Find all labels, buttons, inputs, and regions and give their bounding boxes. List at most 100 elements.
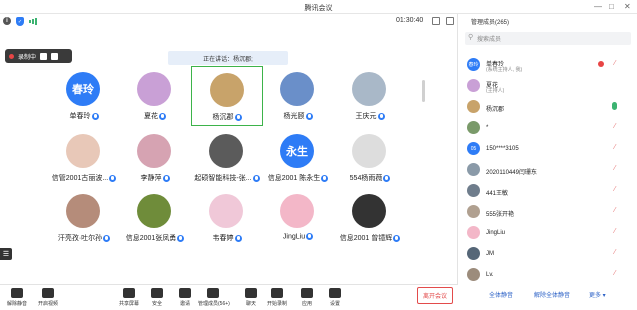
microphone-on-icon[interactable] xyxy=(612,102,617,110)
manage-members-button[interactable]: 管理成员(56+) xyxy=(198,288,230,307)
start-recording-icon xyxy=(271,288,283,298)
recording-indicator[interactable]: 录制中 xyxy=(5,49,72,63)
participant-name: 杨沉郡 xyxy=(192,112,262,122)
microphone-icon xyxy=(252,174,260,182)
speaking-banner: 正在讲话：杨沉郡; xyxy=(168,51,288,65)
video-area: i ✓ 01:30:40 录制中 正在讲话：杨沉郡; 春玲 单春玲 夏花 杨沉郡 杨光颐… xyxy=(0,14,458,310)
unmute-button[interactable]: 解除静音 xyxy=(2,288,32,307)
participant-name-text: 信息2001 陈永生 xyxy=(267,175,321,182)
microphone-icon xyxy=(321,174,329,182)
participant-avatar: 永生 xyxy=(280,134,314,168)
participant-tile[interactable]: 信息2001张凤勇 xyxy=(119,188,191,248)
manage-members-icon xyxy=(207,288,219,298)
share-screen-button[interactable]: 共享屏幕 xyxy=(114,288,144,307)
leave-meeting-button[interactable]: 离开会议 xyxy=(417,287,453,304)
layout-icon[interactable] xyxy=(446,17,454,25)
participant-avatar xyxy=(66,134,100,168)
apps-button[interactable]: 应用 xyxy=(292,288,322,307)
member-row[interactable]: 555张开艳 ⁄ xyxy=(459,202,637,222)
member-name: Lv. xyxy=(486,272,494,278)
member-avatar xyxy=(467,79,480,92)
participant-name: 信息2001 陈永生 xyxy=(262,173,334,183)
participant-tile[interactable]: 信管2001古丽波... xyxy=(48,128,120,188)
participant-tile[interactable]: 起硕智能科技-张... xyxy=(191,128,263,188)
signal-icon[interactable] xyxy=(29,18,38,25)
member-name: * xyxy=(486,125,489,131)
microphone-muted-icon[interactable]: ⁄ xyxy=(611,186,619,195)
participant-name-text: 李静萍 xyxy=(140,175,162,182)
participant-name: 夏花 xyxy=(119,111,191,121)
participant-tile[interactable]: JingLiu xyxy=(262,188,334,248)
mute-all-button[interactable]: 全体静音 xyxy=(489,290,513,299)
microphone-icon xyxy=(234,113,242,121)
participant-name-text: 汗亮孜·吐尔孙 xyxy=(57,235,103,242)
member-row[interactable]: 杨沉郡 xyxy=(459,97,637,117)
fullscreen-icon[interactable] xyxy=(432,17,440,25)
participant-tile[interactable]: 554杨雨薇 xyxy=(334,128,406,188)
participant-avatar xyxy=(137,194,171,228)
participant-avatar xyxy=(280,194,314,228)
member-row[interactable]: 春玲 单春玲 (系统主持人, 我) ⁄ xyxy=(459,55,637,75)
start-recording-button[interactable]: 开始录制 xyxy=(262,288,292,307)
member-row[interactable]: JingLiu ⁄ xyxy=(459,223,637,243)
participant-name: 王庆元 xyxy=(334,111,406,121)
member-row[interactable]: JM ⁄ xyxy=(459,244,637,264)
microphone-icon xyxy=(162,174,170,182)
unmute-all-button[interactable]: 解除全体静音 xyxy=(534,290,570,299)
grid-scrollbar[interactable] xyxy=(422,80,425,102)
microphone-muted-icon[interactable]: ⁄ xyxy=(611,60,619,69)
participant-tile[interactable]: 春玲 单春玲 xyxy=(48,66,120,126)
security-icon xyxy=(151,288,163,298)
microphone-icon xyxy=(234,234,242,242)
participant-name: 信息2001 曾镱辉 xyxy=(334,233,406,243)
microphone-muted-icon[interactable]: ⁄ xyxy=(611,249,619,258)
microphone-icon xyxy=(306,233,314,240)
participant-name: 汗亮孜·吐尔孙 xyxy=(48,233,120,243)
pause-recording-button[interactable] xyxy=(40,52,48,60)
member-row[interactable]: 441王敏 ⁄ xyxy=(459,181,637,201)
participant-tile[interactable]: 杨沉郡 xyxy=(191,66,263,126)
microphone-muted-icon[interactable]: ⁄ xyxy=(611,207,619,216)
participant-tile[interactable]: 李静萍 xyxy=(119,128,191,188)
settings-button[interactable]: 设置 xyxy=(320,288,350,307)
microphone-muted-icon[interactable]: ⁄ xyxy=(611,144,619,153)
participant-avatar xyxy=(352,72,386,106)
member-row[interactable]: 05 150****3105 ⁄ xyxy=(459,139,637,159)
maximize-button[interactable]: □ xyxy=(609,2,614,11)
member-row[interactable]: Lv. ⁄ xyxy=(459,265,637,285)
info-icon[interactable]: i xyxy=(3,17,11,25)
title-bar: 腾讯会议 — □ ✕ xyxy=(0,0,637,14)
microphone-muted-icon[interactable]: ⁄ xyxy=(611,123,619,132)
member-avatar: 春玲 xyxy=(467,58,480,71)
security-button[interactable]: 安全 xyxy=(142,288,172,307)
microphone-muted-icon[interactable]: ⁄ xyxy=(611,270,619,279)
microphone-muted-icon[interactable]: ⁄ xyxy=(611,228,619,237)
chat-icon xyxy=(245,288,257,298)
close-button[interactable]: ✕ xyxy=(624,2,631,11)
invite-button[interactable]: 邀请 xyxy=(170,288,200,307)
member-row[interactable]: 夏花 (主持人) xyxy=(459,76,637,96)
side-menu-toggle[interactable]: ☰ xyxy=(0,248,12,260)
participant-avatar xyxy=(209,134,243,168)
stop-recording-button[interactable] xyxy=(51,52,59,60)
participant-tile[interactable]: 杨光颐 xyxy=(262,66,334,126)
member-panel-title: 管理成员(265) xyxy=(471,19,510,26)
security-shield-icon[interactable]: ✓ xyxy=(16,17,24,26)
participant-tile[interactable]: 汗亮孜·吐尔孙 xyxy=(48,188,120,248)
participant-tile[interactable]: 永生信息2001 陈永生 xyxy=(262,128,334,188)
participant-name-text: 杨沉郡 xyxy=(212,114,234,121)
start-video-button[interactable]: 开启视频 xyxy=(33,288,63,307)
microphone-muted-icon[interactable]: ⁄ xyxy=(611,165,619,174)
member-row[interactable]: 2020110449闫珊东 ⁄ xyxy=(459,160,637,180)
member-row[interactable]: * ⁄ xyxy=(459,118,637,138)
participant-tile[interactable]: 韦春婷 xyxy=(191,188,263,248)
member-search-input[interactable]: 搜索成员 xyxy=(465,32,631,45)
minimize-button[interactable]: — xyxy=(594,2,602,11)
participant-tile[interactable]: 王庆元 xyxy=(334,66,406,126)
toolbar-label: 开始录制 xyxy=(266,301,287,307)
window-title: 腾讯会议 xyxy=(304,5,333,12)
participant-tile[interactable]: 夏花 xyxy=(119,66,191,126)
participant-tile[interactable]: 信息2001 曾镱辉 xyxy=(334,188,406,248)
more-button[interactable]: 更多 ▾ xyxy=(589,290,606,299)
member-name: 杨沉郡 xyxy=(486,107,505,113)
